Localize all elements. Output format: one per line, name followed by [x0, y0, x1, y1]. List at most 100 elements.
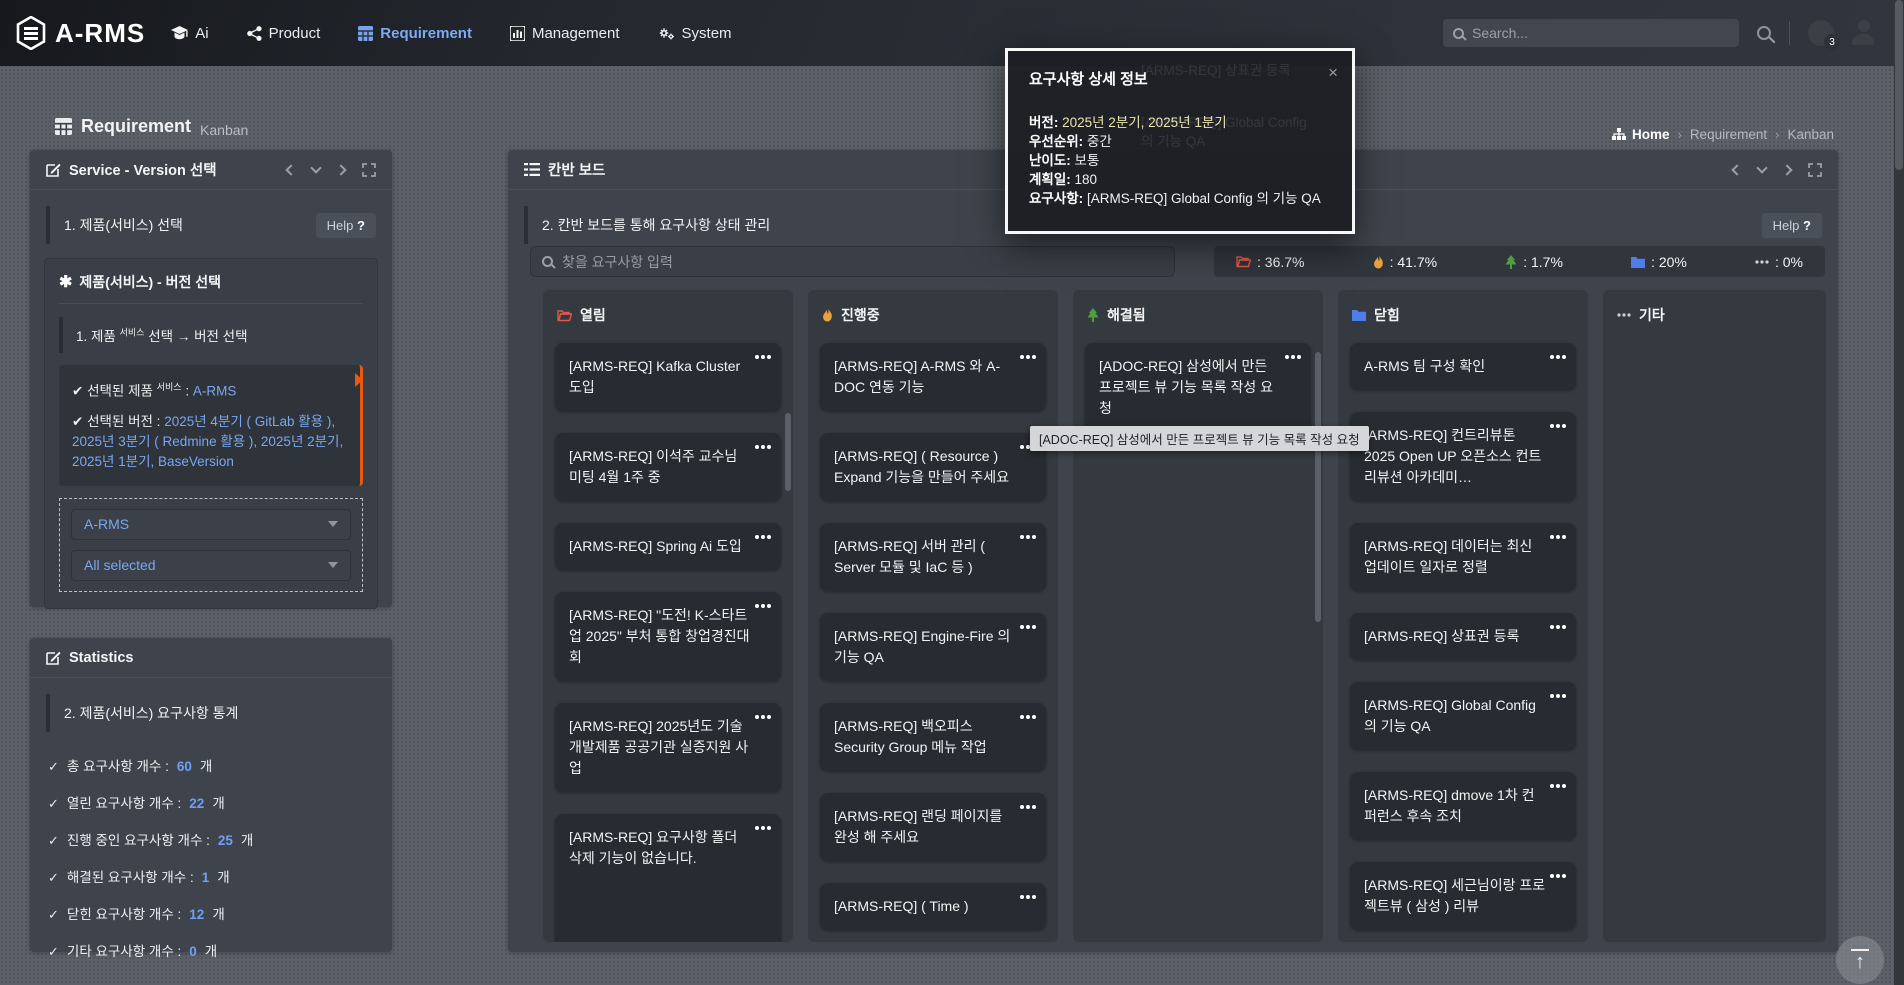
page-scrollbar[interactable]: [1894, 0, 1904, 985]
card-menu-ellipsis-icon[interactable]: [1562, 625, 1566, 629]
expand-icon[interactable]: [362, 163, 376, 177]
collapse-down-icon[interactable]: [1756, 162, 1767, 173]
statistics-label: 진행 중인 요구사항 개수 :: [67, 829, 210, 849]
kanban-card[interactable]: [ARMS-REQ] 데이터는 최신 업데이트 일자로 정렬: [1350, 523, 1576, 591]
card-menu-ellipsis-icon[interactable]: [767, 355, 771, 359]
kanban-card[interactable]: [ARMS-REQ] 이석주 교수님 미팅 4월 1주 중: [555, 433, 781, 501]
service-panel-header: Service - Version 선택: [30, 150, 392, 190]
kanban-card[interactable]: [ARMS-REQ] 랜딩 페이지를 완성 해 주세요: [820, 793, 1046, 861]
nav-menu-item[interactable]: Ai: [171, 25, 208, 42]
card-menu-ellipsis-icon[interactable]: [1562, 424, 1566, 428]
status-icon: [1505, 255, 1517, 269]
collapse-right-icon[interactable]: [1781, 164, 1792, 175]
kanban-card[interactable]: [ARMS-REQ] 서버 관리 ( Server 모듈 및 IaC 등 ): [820, 523, 1046, 591]
kanban-column-cards: [ARMS-REQ] Kafka Cluster 도입 [ARMS-REQ] 이…: [543, 337, 793, 942]
statistics-row: ✓ 기타 요구사항 개수 : 0 개: [48, 940, 374, 960]
notification-icon[interactable]: 3: [1808, 20, 1834, 46]
breadcrumb-home[interactable]: Home: [1612, 127, 1670, 142]
kanban-card[interactable]: [ARMS-REQ] "도전! K-스타트업 2025" 부처 통합 창업경진대…: [555, 592, 781, 681]
column-status-icon: [1087, 308, 1099, 322]
kanban-card-title: [ARMS-REQ] 2025년도 기술개발제품 공공기관 실증지원 사업: [569, 718, 748, 776]
page-scrollbar-thumb[interactable]: [1895, 0, 1903, 170]
navbar-search-input[interactable]: [1472, 25, 1729, 41]
expand-icon[interactable]: [1808, 163, 1822, 177]
card-menu-ellipsis-icon[interactable]: [1562, 784, 1566, 788]
app-logo[interactable]: A-RMS: [0, 16, 171, 50]
card-menu-ellipsis-icon[interactable]: [1032, 625, 1036, 629]
card-menu-ellipsis-icon[interactable]: [1032, 715, 1036, 719]
card-menu-ellipsis-icon[interactable]: [1032, 535, 1036, 539]
dropdown-select[interactable]: All selected: [71, 550, 351, 581]
kanban-card-title: [ARMS-REQ] dmove 1차 컨퍼런스 후속 조치: [1364, 787, 1534, 824]
collapse-down-icon[interactable]: [310, 162, 321, 173]
service-version-panel: Service - Version 선택 1. 제품(서비스) 선택 Help …: [30, 150, 392, 607]
kanban-card[interactable]: [ARMS-REQ] 2025년도 기술개발제품 공공기관 실증지원 사업: [555, 703, 781, 792]
card-menu-ellipsis-icon[interactable]: [767, 715, 771, 719]
nav-menu-item-label: Management: [532, 25, 620, 42]
card-menu-ellipsis-icon[interactable]: [1032, 895, 1036, 899]
kanban-card[interactable]: [ARMS-REQ] ( Time ): [820, 883, 1046, 930]
kanban-card[interactable]: [ARMS-REQ] Kafka Cluster 도입: [555, 343, 781, 411]
kanban-card[interactable]: [ARMS-REQ] Spring Ai 도입: [555, 523, 781, 570]
scroll-to-top-button[interactable]: ↑: [1836, 936, 1884, 984]
column-status-icon: [557, 309, 572, 322]
card-menu-ellipsis-icon[interactable]: [767, 826, 771, 830]
collapse-left-icon[interactable]: [1731, 164, 1742, 175]
card-menu-ellipsis-icon[interactable]: [767, 604, 771, 608]
kanban-card[interactable]: [ARMS-REQ] A-RMS 와 A-DOC 연동 기능: [820, 343, 1046, 411]
kanban-card[interactable]: [ARMS-REQ] 백오피스 Security Group 메뉴 작업: [820, 703, 1046, 771]
column-scrollbar-thumb[interactable]: [785, 413, 791, 491]
kanban-card[interactable]: [ARMS-REQ] 상표권 등록: [1350, 613, 1576, 660]
kanban-card-title: [ARMS-REQ] Global Config 의 기능 QA: [1364, 697, 1536, 734]
statistics-unit: 개: [200, 755, 212, 775]
collapse-right-icon[interactable]: [335, 164, 346, 175]
kanban-card[interactable]: [ARMS-REQ] Global Config 의 기능 QA: [1350, 682, 1576, 750]
kanban-card[interactable]: [ARMS-REQ] Engine-Fire 의 기능 QA: [820, 613, 1046, 681]
kanban-card[interactable]: [ARMS-REQ] 세근님이랑 프로젝트뷰 ( 삼성 ) 리뷰: [1350, 862, 1576, 930]
nav-menu-item[interactable]: Product: [247, 25, 321, 42]
card-menu-ellipsis-icon[interactable]: [1297, 355, 1301, 359]
user-icon[interactable]: [1852, 20, 1876, 46]
kanban-card[interactable]: [ARMS-REQ] ( Resource ) Expand 기능을 만들어 주…: [820, 433, 1046, 501]
kanban-card[interactable]: [ARMS-REQ] 요구사항 폴더 삭제 기능이 없습니다.: [555, 814, 781, 942]
card-menu-ellipsis-icon[interactable]: [1562, 535, 1566, 539]
nav-menu-item[interactable]: Management: [510, 25, 620, 42]
card-menu-ellipsis-icon[interactable]: [1562, 694, 1566, 698]
check-icon: ✓: [48, 944, 59, 960]
chevron-down-icon: [328, 521, 338, 532]
kanban-card[interactable]: [ADOC-REQ] 삼성에서 만든 프로젝트 뷰 기능 목록 작성 요청: [1085, 343, 1311, 432]
statistics-label: 해결된 요구사항 개수 :: [67, 866, 194, 886]
modal-title: 요구사항 상세 정보: [1029, 68, 1331, 89]
kanban-column-title: 해결됨: [1107, 305, 1146, 325]
nav-menu-item[interactable]: System: [658, 25, 732, 42]
card-menu-ellipsis-icon[interactable]: [1032, 355, 1036, 359]
status-summary-item: : 36.7%: [1236, 254, 1304, 270]
column-scrollbar-thumb[interactable]: [1315, 352, 1321, 622]
check-icon: ✓: [48, 907, 59, 923]
help-button[interactable]: Help ?: [316, 213, 376, 238]
kanban-card[interactable]: [ARMS-REQ] 컨트리뷰톤 2025 Open UP 오픈소스 컨트리뷰션…: [1350, 412, 1576, 501]
navbar-search: [1443, 19, 1739, 47]
search-submit-icon[interactable]: [1757, 26, 1771, 40]
card-menu-ellipsis-icon[interactable]: [1562, 874, 1566, 878]
card-menu-ellipsis-icon[interactable]: [767, 535, 771, 539]
card-menu-ellipsis-icon[interactable]: [1562, 355, 1566, 359]
kanban-card-title: [ADOC-REQ] 삼성에서 만든 프로젝트 뷰 기능 목록 작성 요청: [1099, 358, 1273, 416]
sitemap-icon: [1612, 128, 1626, 141]
nav-menu-item[interactable]: Requirement: [358, 25, 472, 42]
card-menu-ellipsis-icon[interactable]: [1032, 805, 1036, 809]
collapse-left-icon[interactable]: [285, 164, 296, 175]
breadcrumb-item[interactable]: Requirement: [1690, 127, 1767, 142]
kanban-search-input[interactable]: [562, 254, 1163, 270]
dropdown-select[interactable]: A-RMS: [71, 509, 351, 540]
help-button[interactable]: Help ?: [1762, 213, 1822, 238]
statistics-unit: 개: [205, 940, 217, 960]
statistics-value: 12: [189, 907, 204, 922]
kanban-card[interactable]: A-RMS 팀 구성 확인: [1350, 343, 1576, 390]
card-menu-ellipsis-icon[interactable]: [767, 445, 771, 449]
close-icon[interactable]: ×: [1328, 63, 1338, 83]
kanban-card[interactable]: [ARMS-REQ] dmove 1차 컨퍼런스 후속 조치: [1350, 772, 1576, 840]
kanban-card-title: [ARMS-REQ] Spring Ai 도입: [569, 538, 742, 554]
selected-product-line: ✔ 선택된 제품 서비스 : A-RMS: [72, 377, 344, 402]
breadcrumb-item[interactable]: Kanban: [1787, 127, 1834, 142]
